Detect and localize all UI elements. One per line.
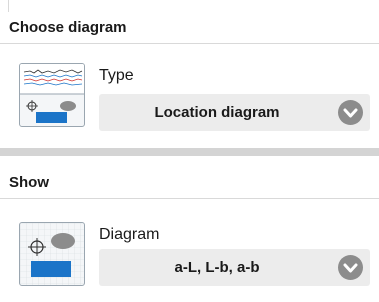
- diagram-label: Diagram: [99, 226, 160, 243]
- chevron-down-icon[interactable]: [338, 100, 363, 125]
- section-separator: [0, 146, 379, 160]
- diagram-select-value: a-L, L-b, a-b: [174, 259, 260, 276]
- type-label: Type: [99, 67, 134, 84]
- show-title: Show: [9, 174, 49, 191]
- type-select-value: Location diagram: [154, 104, 280, 121]
- choose-diagram-title: Choose diagram: [9, 19, 127, 36]
- choose-diagram-header: Choose diagram: [0, 12, 379, 44]
- diagram-select[interactable]: a-L, L-b, a-b: [99, 249, 370, 286]
- chevron-down-icon[interactable]: [338, 255, 363, 280]
- left-rule-top: [8, 0, 9, 12]
- type-select[interactable]: Location diagram: [99, 94, 370, 131]
- show-header: Show: [0, 167, 379, 199]
- type-diagram-icon: [19, 63, 85, 127]
- location-diagram-icon: [19, 222, 85, 286]
